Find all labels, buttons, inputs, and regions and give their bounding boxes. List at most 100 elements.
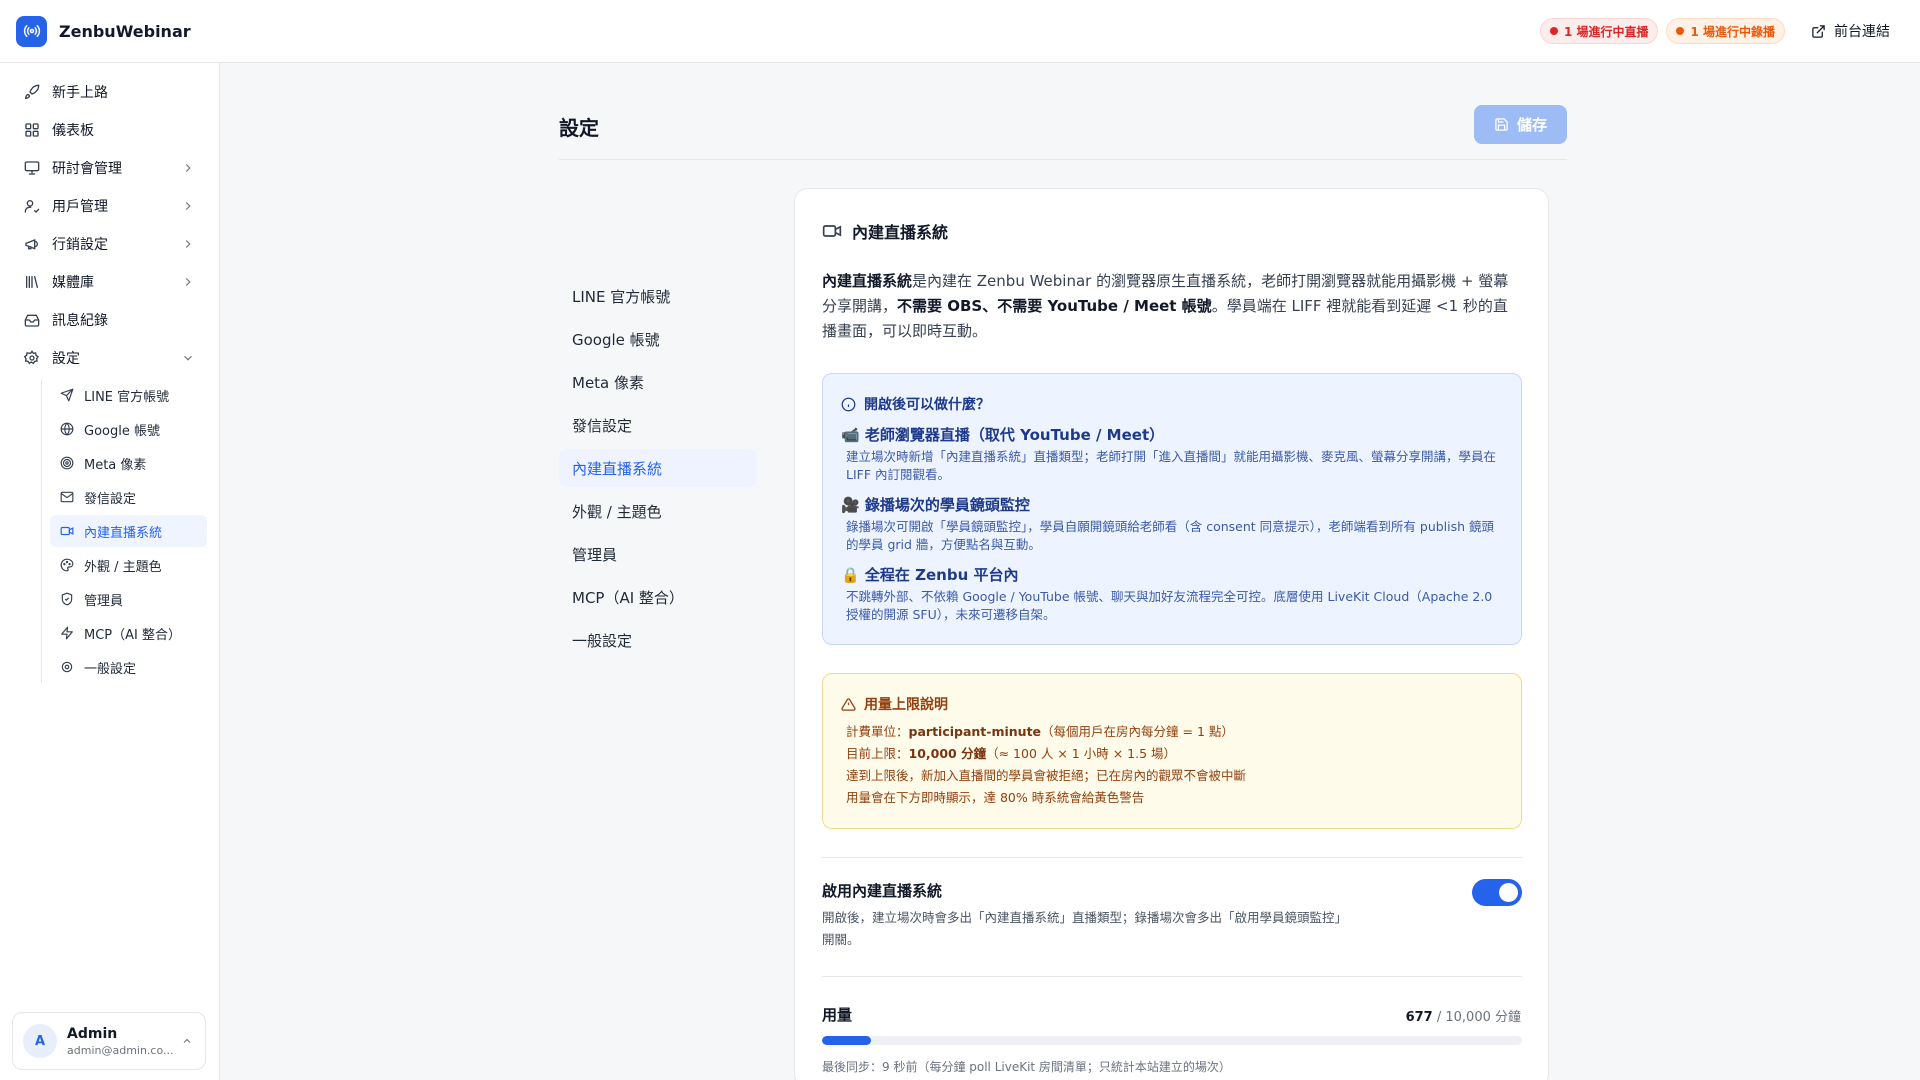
rocket-icon: [24, 84, 40, 100]
section-divider: [822, 976, 1522, 977]
sidebar-subitem-label: Google 帳號: [84, 423, 160, 439]
cog-icon: [61, 661, 73, 673]
warning-line-prefix: 計費單位：: [846, 724, 909, 739]
megaphone-icon: [25, 239, 38, 250]
target-icon: [60, 456, 74, 470]
chevron-right-icon: [185, 240, 191, 248]
sidebar-item-onboarding[interactable]: 新手上路: [12, 73, 207, 111]
sidebar-item-settings[interactable]: 設定: [12, 339, 207, 377]
brand[interactable]: ZenbuWebinar: [16, 15, 191, 47]
settings-menu: LINE 官方帳號 Google 帳號 Meta 像素 發信設定 內建直播系統 …: [559, 277, 757, 664]
usage-title: 用量: [822, 1006, 853, 1024]
feature-title: 📹 老師瀏覽器直播（取代 YouTube / Meet）: [841, 426, 1165, 444]
feature-desc: 錄播場次可開啟「學員鏡頭監控」，學員自願開鏡頭給老師看（含 consent 同意…: [846, 519, 1495, 552]
top-bar: ZenbuWebinar 1 場進行中直播 1 場進行中錄播 前台連結: [0, 0, 1920, 63]
sidebar-item-webinars[interactable]: 研討會管理: [12, 149, 207, 187]
feature-desc: 不跳轉外部、不依賴 Google / YouTube 帳號、聊天與加好友流程完全…: [846, 589, 1493, 622]
sidebar-subitem-mcp[interactable]: MCP（AI 整合）: [50, 617, 207, 649]
warning-line: 達到上限後，新加入直播間的學員會被拒絕；已在房內的觀眾不會被中斷: [846, 768, 1247, 783]
feature-item: 🔒 全程在 Zenbu 平台內 不跳轉外部、不依賴 Google / YouTu…: [841, 564, 1503, 624]
sidebar-item-dashboard[interactable]: 儀表板: [12, 111, 207, 149]
live-status-badge[interactable]: 1 場進行中直播: [1539, 18, 1659, 44]
settings-menu-item-meta[interactable]: Meta 像素: [559, 363, 757, 401]
user-name: Admin: [67, 1025, 118, 1042]
warning-line-suffix: （≈ 100 人 × 1 小時 × 1.5 場）: [986, 746, 1177, 761]
video-icon: [822, 225, 842, 237]
sidebar-subitem-label: Meta 像素: [84, 457, 147, 473]
settings-menu-item-mcp[interactable]: MCP（AI 整合）: [559, 578, 757, 616]
sidebar-subitem-email[interactable]: 發信設定: [50, 481, 207, 513]
user-menu[interactable]: A Admin admin@admin.co...: [12, 1012, 206, 1070]
chevron-right-icon: [185, 202, 191, 210]
sidebar-subitem-google[interactable]: Google 帳號: [50, 413, 207, 445]
warning-line-suffix: （每個用戶在房內每分鐘 = 1 點）: [1041, 724, 1234, 739]
sidebar-subitem-theme[interactable]: 外觀 / 主題色: [50, 549, 207, 581]
settings-subnav: LINE 官方帳號 Google 帳號 Meta 像素 發信設定 內建直播系統 …: [41, 379, 207, 683]
warning-title: 用量上限說明: [864, 697, 948, 713]
card-header: 內建直播系統: [822, 219, 948, 243]
sidebar-item-marketing[interactable]: 行銷設定: [12, 225, 207, 263]
sidebar-item-label: 新手上路: [52, 85, 108, 101]
settings-menu-item-theme[interactable]: 外觀 / 主題色: [559, 492, 757, 530]
settings-menu-item-admins[interactable]: 管理員: [559, 535, 757, 573]
sidebar-subitem-admins[interactable]: 管理員: [50, 583, 207, 615]
sidebar-item-users[interactable]: 用戶管理: [12, 187, 207, 225]
sidebar-item-label: 設定: [52, 351, 80, 367]
sidebar-item-label: 研討會管理: [52, 161, 122, 177]
recording-status-badge[interactable]: 1 場進行中錄播: [1666, 18, 1785, 44]
users-icon: [24, 200, 40, 213]
save-button[interactable]: 儲存: [1474, 105, 1567, 144]
avatar: A: [23, 1024, 57, 1058]
toggle-title: 啟用內建直播系統: [822, 882, 943, 900]
mail-icon: [60, 491, 74, 503]
settings-menu-item-google[interactable]: Google 帳號: [559, 320, 757, 358]
intro-lead: 內建直播系統: [822, 272, 913, 290]
sidebar-subitem-general[interactable]: 一般設定: [50, 651, 207, 683]
sidebar-subitem-meta[interactable]: Meta 像素: [50, 447, 207, 479]
usage-used: 677: [1405, 1010, 1433, 1025]
broadcast-icon: [16, 15, 47, 47]
chevron-down-icon: [184, 355, 192, 361]
warning-line: 用量會在下方即時顯示，達 80% 時系統會給黃色警告: [846, 790, 1145, 805]
warning-line-bold: participant-minute: [908, 724, 1042, 739]
gear-icon: [24, 350, 39, 365]
sidebar-item-label: 訊息紀錄: [52, 313, 108, 329]
chevron-right-icon: [185, 164, 191, 172]
settings-menu-item-general[interactable]: 一般設定: [559, 621, 757, 659]
title-divider: [559, 159, 1567, 160]
sidebar-subitem-label: 管理員: [84, 593, 124, 609]
info-box-title: 開啟後可以做什麼？: [864, 397, 990, 413]
sidebar-subitem-livestream[interactable]: 內建直播系統: [50, 515, 207, 547]
card-title: 內建直播系統: [852, 223, 949, 242]
recording-dot-icon: [1676, 27, 1685, 35]
sidebar-item-media[interactable]: 媒體庫: [12, 263, 207, 301]
sidebar-item-label: 儀表板: [52, 123, 94, 139]
sidebar-subitem-label: LINE 官方帳號: [84, 389, 170, 405]
usage-progress-fill: [822, 1036, 871, 1045]
page-title: 設定: [559, 116, 599, 140]
usage-value: 677 / 10,000 分鐘: [1406, 1006, 1521, 1025]
feature-desc: 建立場次時新增「內建直播系統」直播類型；老師打開「進入直播間」就能用攝影機、麥克…: [846, 449, 1497, 482]
livestream-settings-card: 內建直播系統 內建直播系統是內建在 Zenbu Webinar 的瀏覽器原生直播…: [794, 188, 1549, 1080]
settings-menu-item-email[interactable]: 發信設定: [559, 406, 757, 444]
intro-bold-2: 不需要 OBS、不需要 YouTube / Meet 帳號: [897, 297, 1212, 315]
sidebar-item-messages[interactable]: 訊息紀錄: [12, 301, 207, 339]
live-badge-label: 1 場進行中直播: [1563, 24, 1649, 39]
warning-line-prefix: 目前上限：: [846, 746, 909, 761]
intro-text: 內建直播系統是內建在 Zenbu Webinar 的瀏覽器原生直播系統，老師打開…: [822, 269, 1522, 344]
front-link[interactable]: 前台連結: [1811, 21, 1904, 41]
enable-livestream-toggle[interactable]: [1472, 879, 1522, 906]
library-icon: [26, 276, 38, 288]
sync-note: 最後同步：9 秒前（每分鐘 poll LiveKit 房間清單；只統計本站建立的…: [822, 1060, 1231, 1074]
sidebar-subitem-label: MCP（AI 整合）: [84, 627, 181, 643]
warning-line: 目前上限：10,000 分鐘（≈ 100 人 × 1 小時 × 1.5 場）: [841, 743, 1503, 765]
sidebar-subitem-line[interactable]: LINE 官方帳號: [50, 379, 207, 411]
feature-title: 🔒 全程在 Zenbu 平台內: [841, 566, 1019, 584]
feature-title: 🎥 錄播場次的學員鏡頭監控: [841, 496, 1030, 514]
settings-menu-item-line[interactable]: LINE 官方帳號: [559, 277, 757, 315]
warning-line-bold: 10,000 分鐘: [908, 746, 987, 761]
app-name: ZenbuWebinar: [59, 21, 191, 41]
settings-menu-item-livestream[interactable]: 內建直播系統: [559, 449, 757, 487]
sidebar-item-label: 媒體庫: [52, 275, 94, 291]
grid-icon: [25, 123, 39, 137]
